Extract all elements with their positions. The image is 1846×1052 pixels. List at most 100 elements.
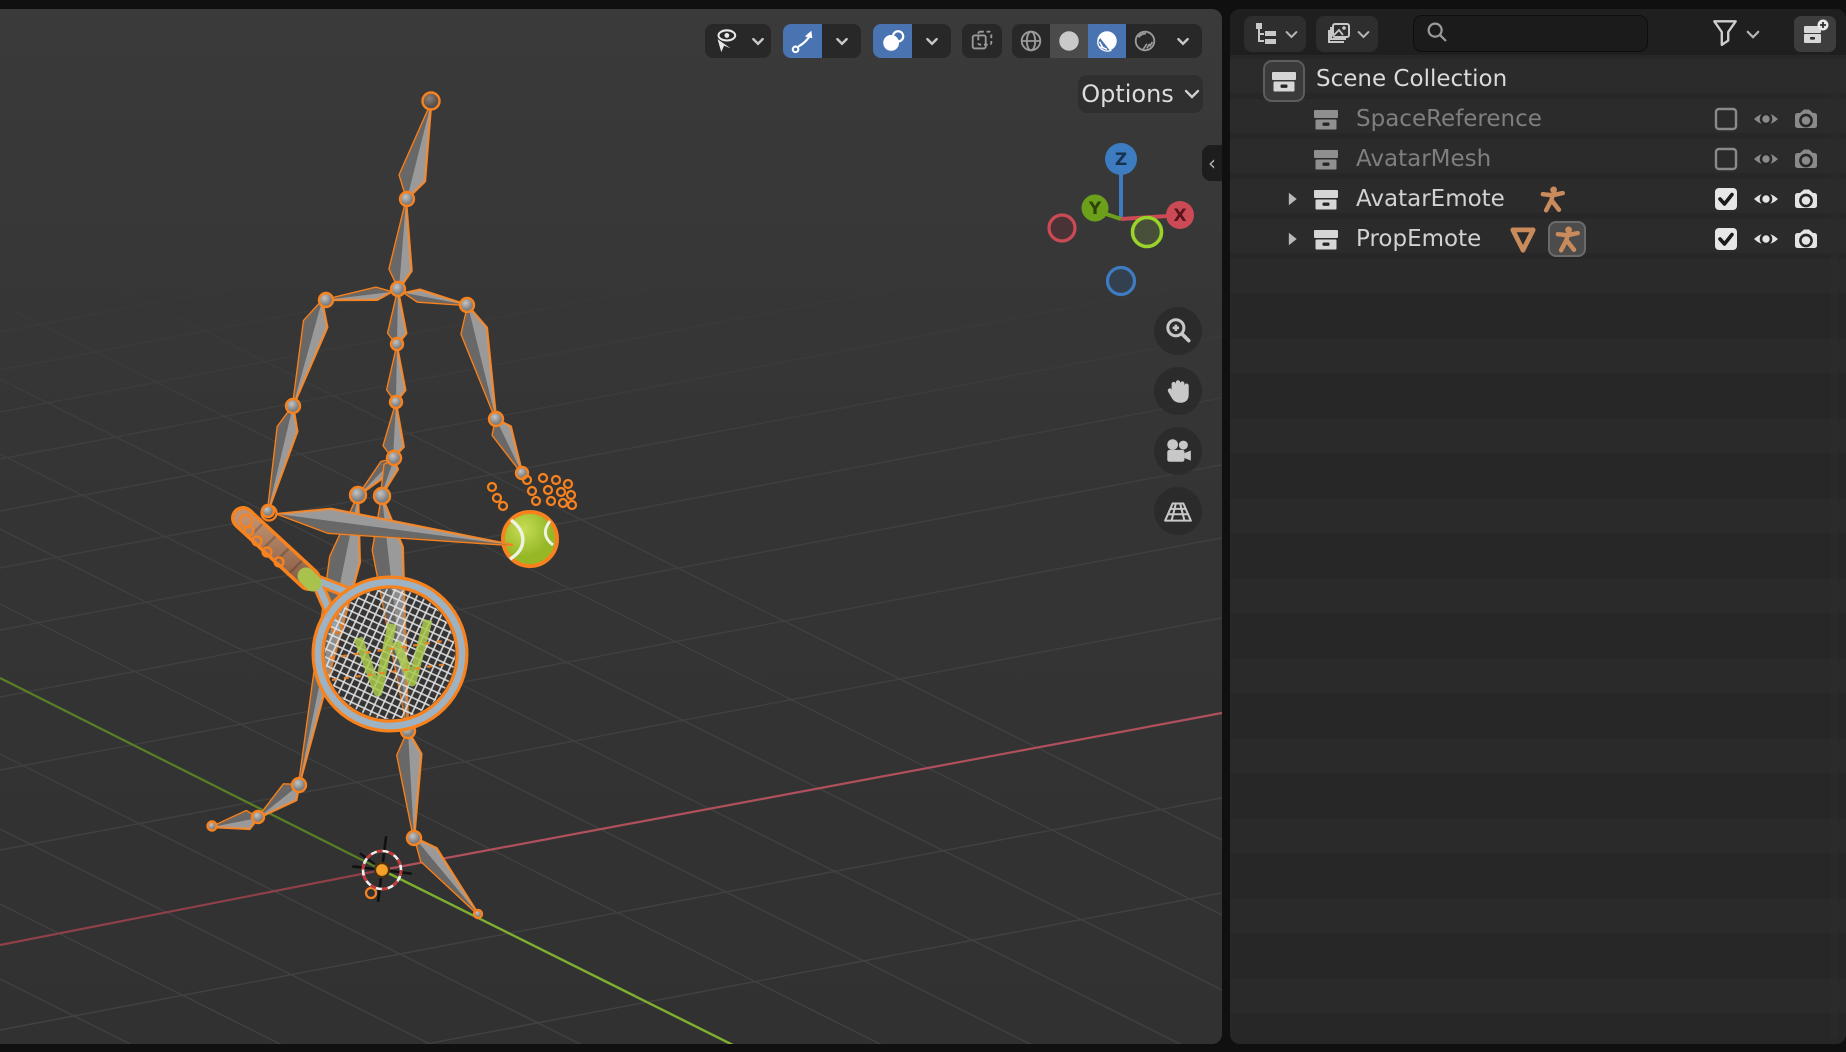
row-label[interactable]: PropEmote xyxy=(1356,226,1481,252)
bone-head[interactable] xyxy=(400,104,431,199)
bone-control-ring[interactable] xyxy=(564,480,572,488)
bone-foot-l[interactable] xyxy=(212,811,258,829)
armature-object-icon[interactable] xyxy=(1535,183,1569,215)
outliner-row-scene-collection[interactable]: Scene Collection xyxy=(1230,59,1846,99)
joint-ball[interactable] xyxy=(208,822,217,831)
shading-mode-shade-render[interactable] xyxy=(1126,24,1164,58)
hide-eye-icon[interactable] xyxy=(1752,225,1780,253)
row-label[interactable]: SpaceReference xyxy=(1356,106,1542,132)
camera-view-tool[interactable] xyxy=(1154,427,1202,475)
row-label[interactable]: AvatarMesh xyxy=(1356,146,1491,172)
joint-ball[interactable] xyxy=(390,396,402,408)
proportional-edit-toggle-chevron[interactable] xyxy=(912,24,951,58)
camera-visibility-icon[interactable] xyxy=(1792,105,1820,133)
exclude-checkbox[interactable] xyxy=(1712,185,1740,213)
shading-mode-shade-solid[interactable] xyxy=(1050,24,1088,58)
viewport-3d[interactable]: Options Z Y X ‹ xyxy=(0,9,1222,1044)
shading-mode-chevron[interactable] xyxy=(1164,24,1202,58)
snap-toggle-chevron[interactable] xyxy=(822,24,861,58)
joint-ball[interactable] xyxy=(391,338,403,350)
bone-control-ring[interactable] xyxy=(366,888,376,898)
search-input[interactable] xyxy=(1450,20,1634,47)
svg-text:X[interactable]: X xyxy=(1173,206,1186,226)
new-collection-button[interactable] xyxy=(1794,16,1836,52)
bone-control-ring[interactable] xyxy=(552,476,560,484)
proportional-edit-toggle-propedit[interactable] xyxy=(873,24,912,58)
camera-visibility-icon[interactable] xyxy=(1792,225,1820,253)
bone-control-ring[interactable] xyxy=(544,486,552,494)
joint-ball[interactable] xyxy=(286,399,300,413)
outliner-row-avataremote[interactable]: AvatarEmote xyxy=(1230,179,1846,219)
collection-icon[interactable] xyxy=(1312,225,1340,253)
armature-object-icon[interactable] xyxy=(1548,221,1586,257)
joint-ball[interactable] xyxy=(400,192,414,206)
meshtri-object-icon[interactable] xyxy=(1506,223,1540,255)
bone-control-ring[interactable] xyxy=(559,499,567,507)
proportional-edit-toggle[interactable] xyxy=(873,24,951,58)
outliner-row-propemote[interactable]: PropEmote xyxy=(1230,219,1846,259)
selectability-dropdown-cursor-eye[interactable] xyxy=(705,24,745,58)
options-button[interactable]: Options xyxy=(1078,75,1203,113)
collection-icon[interactable] xyxy=(1312,145,1340,173)
bone-control-ring[interactable] xyxy=(532,497,540,505)
tennis-ball[interactable] xyxy=(503,512,557,566)
display-mode-dropdown[interactable] xyxy=(1244,16,1306,52)
bone-control-ring[interactable] xyxy=(567,491,575,499)
svg-text:Y[interactable]: Y xyxy=(1088,199,1102,219)
camera-visibility-icon[interactable] xyxy=(1792,145,1820,173)
bone-control-ring[interactable] xyxy=(557,488,565,496)
outliner-row-avatarmesh[interactable]: AvatarMesh xyxy=(1230,139,1846,179)
joint-ball[interactable] xyxy=(292,778,306,792)
joint-ball[interactable] xyxy=(387,451,401,465)
joint-ball[interactable] xyxy=(460,298,474,312)
camera-visibility-icon[interactable] xyxy=(1792,185,1820,213)
scene-collection-icon[interactable] xyxy=(1263,60,1305,102)
joint-ball[interactable] xyxy=(474,910,482,918)
pan-tool[interactable] xyxy=(1154,367,1202,415)
joint-ball[interactable] xyxy=(407,831,421,845)
joint-ball[interactable] xyxy=(423,93,440,110)
row-label[interactable]: Scene Collection xyxy=(1316,66,1507,92)
collection-icon[interactable] xyxy=(1312,105,1340,133)
bone-control-ring[interactable] xyxy=(539,474,547,482)
bone-control-ring[interactable] xyxy=(568,501,576,509)
exclude-checkbox[interactable] xyxy=(1712,225,1740,253)
xray-toggle[interactable] xyxy=(962,24,1002,58)
hide-eye-icon[interactable] xyxy=(1752,145,1780,173)
joint-ball[interactable] xyxy=(489,412,503,426)
bone-control-ring[interactable] xyxy=(528,487,536,495)
bone-spine2[interactable] xyxy=(387,347,405,402)
xray-toggle-xray[interactable] xyxy=(962,24,1002,58)
expand-caret[interactable] xyxy=(1278,225,1306,253)
bone-neck[interactable] xyxy=(390,202,412,289)
bone-control-ring[interactable] xyxy=(499,502,507,510)
object-origin-dot[interactable] xyxy=(375,863,389,877)
bone-control-ring[interactable] xyxy=(493,494,501,502)
bone-clav-l[interactable] xyxy=(325,288,391,300)
snap-toggle[interactable] xyxy=(783,24,861,58)
selectability-dropdown[interactable] xyxy=(705,24,771,58)
bone-uarm-r[interactable] xyxy=(462,306,496,419)
search-box[interactable] xyxy=(1413,15,1648,52)
row-label[interactable]: AvatarEmote xyxy=(1356,186,1505,212)
shading-mode[interactable] xyxy=(1012,24,1202,58)
filter-type-dropdown[interactable] xyxy=(1316,16,1378,52)
scrollbar-groove[interactable] xyxy=(1830,59,1838,1039)
bone-shin-r[interactable] xyxy=(397,731,421,838)
ortho-toggle-tool[interactable] xyxy=(1154,487,1202,535)
exclude-checkbox[interactable] xyxy=(1712,105,1740,133)
hide-eye-icon[interactable] xyxy=(1752,105,1780,133)
bone-control-ring[interactable] xyxy=(488,483,496,491)
svg-text:Z[interactable]: Z xyxy=(1115,150,1127,170)
shading-mode-shade-wire[interactable] xyxy=(1012,24,1050,58)
joint-ball[interactable] xyxy=(374,488,390,504)
expand-caret[interactable] xyxy=(1278,185,1306,213)
exclude-checkbox[interactable] xyxy=(1712,145,1740,173)
joint-ball[interactable] xyxy=(252,811,264,823)
joint-ball[interactable] xyxy=(350,487,366,503)
collection-icon[interactable] xyxy=(1312,185,1340,213)
sidebar-toggle[interactable]: ‹ xyxy=(1202,145,1222,181)
bone-clav-r[interactable] xyxy=(405,290,467,305)
zoom-tool[interactable] xyxy=(1154,307,1202,355)
joint-ball[interactable] xyxy=(319,293,333,307)
